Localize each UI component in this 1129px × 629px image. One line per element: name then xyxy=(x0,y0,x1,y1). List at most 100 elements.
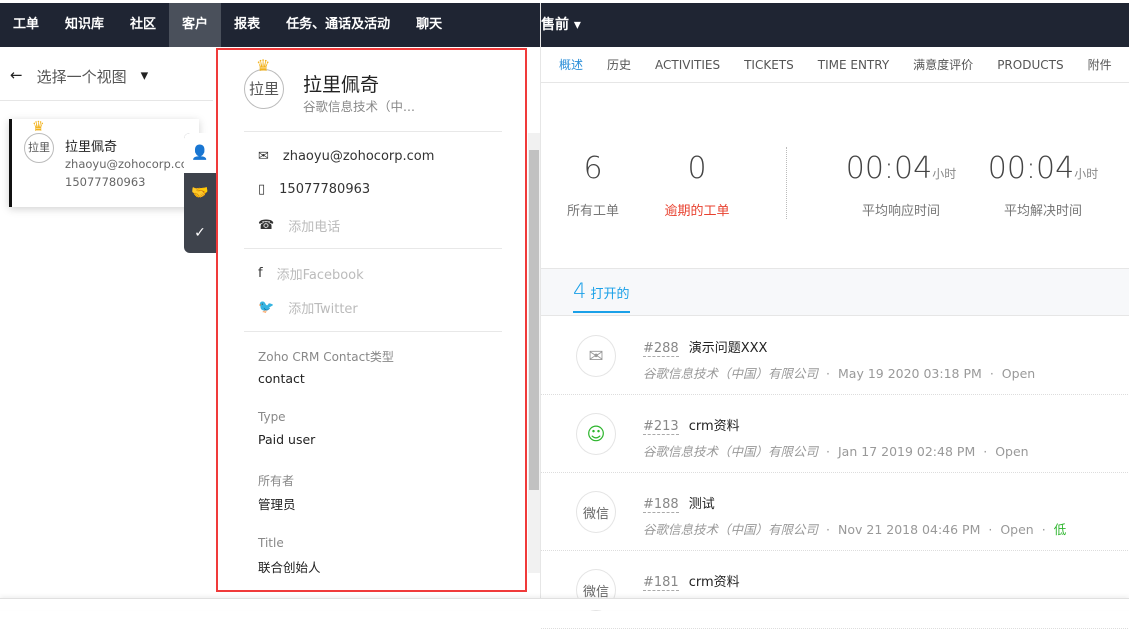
stat-avg-resolution: 00:04小时 平均解决时间 xyxy=(973,151,1113,219)
ticket-row[interactable]: ✉ #288 演示问题XXX 谷歌信息技术（中国）有限公司 · May 19 2020 … xyxy=(541,317,1129,395)
divider xyxy=(786,147,787,219)
stat-all-tickets[interactable]: 6 所有工单 xyxy=(561,151,625,219)
detail-tabs: 概述 历史 ACTIVITIES TICKETS TIME ENTRY 满意度评… xyxy=(541,47,1129,83)
wechat-channel-icon: 微信 xyxy=(576,491,616,533)
nav-reports[interactable]: 报表 xyxy=(221,3,273,47)
email-row: ✉ zhaoyu@zohocorp.com xyxy=(258,149,434,164)
stat-value: 6 xyxy=(583,151,603,186)
scrollbar-thumb[interactable] xyxy=(529,150,539,490)
tab-time-entry[interactable]: TIME ENTRY xyxy=(818,58,889,72)
contact-card[interactable]: 拉里 ♛ 拉里佩奇 zhaoyu@zohocorp.co... 15077780… xyxy=(9,119,199,207)
add-twitter-link[interactable]: 添加Twitter xyxy=(288,298,358,317)
back-arrow-icon[interactable]: ← xyxy=(10,66,23,87)
check-circle-icon[interactable]: ✓ xyxy=(184,213,216,253)
ticket-status: Open xyxy=(1000,522,1034,537)
view-selector[interactable]: ← 选择一个视图 ▾ xyxy=(10,66,148,87)
bottom-bar xyxy=(0,598,1129,610)
detail-scrollbar[interactable] xyxy=(528,133,540,573)
facebook-icon: f xyxy=(258,266,263,281)
ticket-subject[interactable]: 测试 xyxy=(689,497,715,512)
divider xyxy=(0,100,213,101)
contact-email: zhaoyu@zohocorp.co... xyxy=(65,157,199,171)
crown-icon: ♛ xyxy=(32,119,45,135)
ticket-priority: 低 xyxy=(1053,522,1067,537)
ticket-company: 谷歌信息技术（中国）有限公司 xyxy=(643,366,819,381)
nav-community[interactable]: 社区 xyxy=(117,3,169,47)
twitter-row: 🐦 添加Twitter xyxy=(258,298,358,317)
add-facebook-link[interactable]: 添加Facebook xyxy=(277,264,364,283)
stat-overdue[interactable]: 0 逾期的工单 xyxy=(659,151,735,219)
ticket-number[interactable]: #288 xyxy=(643,341,679,357)
nav-kb[interactable]: 知识库 xyxy=(52,3,117,47)
ticket-subject[interactable]: 演示问题XXX xyxy=(689,341,768,356)
ticket-company: 谷歌信息技术（中国）有限公司 xyxy=(643,522,819,537)
contact-info-icon[interactable]: 👤 xyxy=(184,133,216,173)
top-nav: 工单 知识库 社区 客户 报表 任务、通话及活动 聊天 售前 ▾ xyxy=(0,3,1129,554)
tab-overview[interactable]: 概述 xyxy=(559,56,583,73)
contact-detail-panel: 拉里 ♛ 拉里佩奇 谷歌信息技术（中... ✉ zhaoyu@zohocorp.c… xyxy=(216,48,527,592)
email-value[interactable]: zhaoyu@zohocorp.com xyxy=(283,149,434,164)
ticket-date: May 19 2020 03:18 PM xyxy=(838,366,982,381)
tab-history[interactable]: 历史 xyxy=(607,56,631,73)
view-label: 选择一个视图 xyxy=(36,68,127,86)
field-value: Paid user xyxy=(258,432,316,447)
ticket-status: Open xyxy=(995,444,1029,459)
ticket-row[interactable]: 微信 #188 测试谷歌信息技术（中国）有限公司 · Nov 21 2018 04:4… xyxy=(541,473,1129,551)
tab-open-tickets[interactable]: 4 打开的 xyxy=(573,279,630,313)
nav-chat[interactable]: 聊天 xyxy=(403,3,455,47)
divider xyxy=(244,248,502,249)
avatar: 拉里 xyxy=(24,133,54,163)
ticket-meta: 谷歌信息技术（中国）有限公司 · May 19 2020 03:18 PM · Open xyxy=(643,366,1036,381)
open-count: 4 xyxy=(573,279,587,303)
ticket-meta: 谷歌信息技术（中国）有限公司 · Nov 21 2018 04:46 PM · Open… xyxy=(643,522,1067,537)
ticket-subject[interactable]: crm资料 xyxy=(689,419,740,434)
tab-attachments[interactable]: 附件 xyxy=(1088,56,1112,73)
overview-panel: 概述 历史 ACTIVITIES TICKETS TIME ENTRY 满意度评… xyxy=(540,47,1129,629)
crown-icon: ♛ xyxy=(256,56,271,75)
ticket-title: #213 crm资料 xyxy=(643,415,740,435)
field-label: 所有者 xyxy=(258,474,295,488)
ticket-number[interactable]: #181 xyxy=(643,575,679,591)
nav-tickets[interactable]: 工单 xyxy=(0,3,52,47)
mail-icon: ✉ xyxy=(258,149,269,164)
field-label: Zoho CRM Contact类型 xyxy=(258,350,394,364)
tab-satisfaction[interactable]: 满意度评价 xyxy=(913,56,973,73)
ticket-date: Jan 17 2019 02:48 PM xyxy=(838,444,976,459)
stat-unit: 小时 xyxy=(932,167,957,181)
add-phone-link[interactable]: 添加电话 xyxy=(288,216,340,235)
stat-value: 0 xyxy=(687,151,707,186)
stat-unit: 小时 xyxy=(1074,167,1099,181)
stat-label: 所有工单 xyxy=(566,204,619,219)
mobile-value[interactable]: 15077780963 xyxy=(279,182,370,197)
handshake-icon[interactable]: 🤝 xyxy=(184,173,216,213)
stat-label: 逾期的工单 xyxy=(664,204,730,219)
twitter-icon: 🐦 xyxy=(258,300,275,315)
caret-down-icon: ▾ xyxy=(140,66,149,84)
contact-company: 谷歌信息技术（中... xyxy=(303,99,415,114)
nav-customers[interactable]: 客户 xyxy=(169,3,222,47)
tab-products[interactable]: PRODUCTS xyxy=(997,58,1063,72)
ticket-title: #188 测试 xyxy=(643,493,715,513)
ticket-row[interactable]: ☺ #213 crm资料 谷歌信息技术（中国）有限公司 · Jan 17 2019 02… xyxy=(541,395,1129,473)
ticket-number[interactable]: #188 xyxy=(643,497,679,513)
telephone-icon: ☎ xyxy=(258,218,275,233)
department-label: 售前 xyxy=(541,17,569,33)
divider xyxy=(244,331,502,332)
ticket-row[interactable]: 微信 #181 crm资料 xyxy=(541,551,1129,629)
ticket-date: Nov 21 2018 04:46 PM xyxy=(838,522,981,537)
field-label: Title xyxy=(258,536,284,550)
contact-phone: 15077780963 xyxy=(65,175,146,189)
phone-row: ☎ 添加电话 xyxy=(258,216,340,235)
chevron-down-icon: ▾ xyxy=(573,17,581,33)
nav-activities[interactable]: 任务、通话及活动 xyxy=(273,3,403,47)
ticket-meta: 谷歌信息技术（中国）有限公司 · Jan 17 2019 02:48 PM · Open xyxy=(643,444,1029,459)
ticket-company: 谷歌信息技术（中国）有限公司 xyxy=(643,444,819,459)
ticket-number[interactable]: #213 xyxy=(643,419,679,435)
contact-name: 拉里佩奇 xyxy=(303,74,380,96)
tab-activities[interactable]: ACTIVITIES xyxy=(655,58,720,72)
stat-value: 00:04 xyxy=(845,151,933,186)
ticket-subject[interactable]: crm资料 xyxy=(689,575,740,590)
tab-tickets[interactable]: TICKETS xyxy=(744,58,794,72)
field-value: contact xyxy=(258,371,305,386)
field-value: 管理员 xyxy=(258,497,296,512)
